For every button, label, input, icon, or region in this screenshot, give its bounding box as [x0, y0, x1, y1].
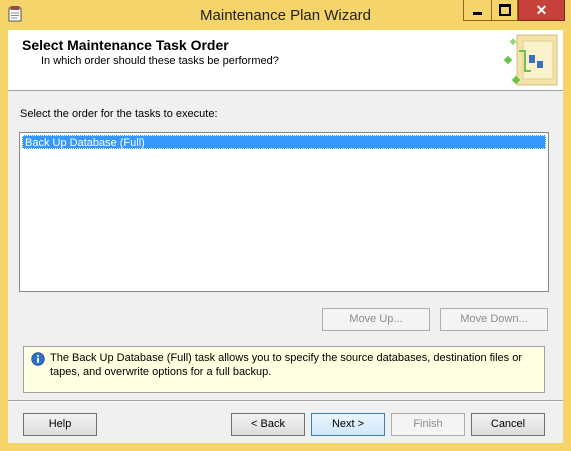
footer-separator: [8, 400, 563, 402]
info-icon: [31, 352, 45, 366]
window-frame-right: [563, 30, 571, 451]
window-frame-left: [0, 30, 8, 451]
task-order-list[interactable]: Back Up Database (Full): [19, 132, 549, 292]
title-bar[interactable]: Maintenance Plan Wizard ✕: [0, 0, 571, 30]
close-button[interactable]: ✕: [518, 0, 565, 21]
page-title: Select Maintenance Task Order: [22, 37, 229, 53]
move-down-button[interactable]: Move Down...: [440, 308, 548, 331]
move-up-button[interactable]: Move Up...: [322, 308, 430, 331]
close-icon: ✕: [535, 2, 548, 18]
task-order-label: Select the order for the tasks to execut…: [20, 108, 218, 120]
cancel-button[interactable]: Cancel: [471, 413, 545, 436]
wizard-graphic-icon: [503, 34, 558, 86]
finish-button[interactable]: Finish: [391, 413, 465, 436]
back-button[interactable]: < Back: [231, 413, 305, 436]
wizard-header: Select Maintenance Task Order In which o…: [8, 30, 563, 91]
help-button[interactable]: Help: [23, 413, 97, 436]
minimize-button[interactable]: [463, 0, 491, 21]
list-item[interactable]: Back Up Database (Full): [22, 135, 546, 149]
page-subtitle: In which order should these tasks be per…: [41, 55, 279, 67]
task-description-text: The Back Up Database (Full) task allows …: [50, 352, 523, 378]
maximize-icon: [498, 4, 511, 16]
task-description-box: The Back Up Database (Full) task allows …: [23, 346, 545, 393]
window-frame-bottom: [0, 443, 571, 451]
next-button[interactable]: Next >: [311, 413, 385, 436]
wizard-window: Maintenance Plan Wizard ✕ Select Mainten…: [0, 0, 571, 451]
minimize-icon: [473, 11, 482, 15]
maximize-button[interactable]: [491, 0, 518, 21]
